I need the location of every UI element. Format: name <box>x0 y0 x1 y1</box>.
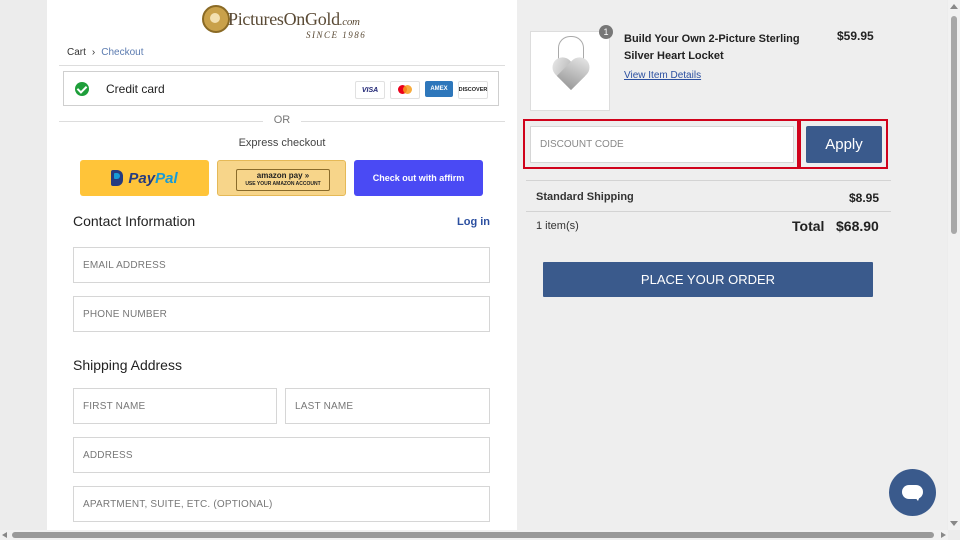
breadcrumb-cart[interactable]: Cart <box>67 47 86 58</box>
express-checkout-title: Express checkout <box>238 137 326 149</box>
check-circle-icon <box>75 82 89 96</box>
email-field[interactable] <box>73 247 490 283</box>
address-input[interactable] <box>74 438 489 472</box>
chat-button[interactable] <box>889 469 936 516</box>
payment-method-credit-card[interactable]: Credit card VISA AMEX DISCOVER <box>63 71 499 106</box>
logo-icon <box>202 5 230 33</box>
email-input[interactable] <box>74 248 489 282</box>
apartment-field[interactable] <box>73 486 490 522</box>
amazon-pay-button[interactable]: amazon pay » USE YOUR AMAZON ACCOUNT <box>217 160 346 196</box>
amazon-pay-sublabel: USE YOUR AMAZON ACCOUNT <box>245 181 321 187</box>
scroll-left-icon[interactable] <box>2 532 7 538</box>
last-name-field[interactable] <box>285 388 490 424</box>
discount-code-input[interactable] <box>531 127 793 162</box>
vertical-scrollbar[interactable] <box>948 0 960 530</box>
address-field[interactable] <box>73 437 490 473</box>
breadcrumb: Cart › Checkout <box>67 47 144 58</box>
payment-method-label: Credit card <box>106 82 165 96</box>
or-separator: OR <box>273 114 291 126</box>
visa-icon: VISA <box>355 81 385 99</box>
last-name-input[interactable] <box>286 389 489 423</box>
card-logos: VISA AMEX DISCOVER <box>355 81 488 99</box>
logo-since: SINCE 1986 <box>306 30 367 40</box>
quantity-badge: 1 <box>599 25 613 39</box>
shipping-address-title: Shipping Address <box>73 357 182 373</box>
amex-icon: AMEX <box>425 81 453 97</box>
chat-bubble-icon <box>902 485 923 501</box>
phone-field[interactable] <box>73 296 490 332</box>
breadcrumb-checkout: Checkout <box>101 47 144 58</box>
amazon-pay-label: amazon pay » <box>256 171 310 180</box>
scroll-down-icon[interactable] <box>950 521 958 526</box>
discount-code-field[interactable] <box>530 126 794 163</box>
logo-name: PicturesOnGold <box>228 9 340 29</box>
mastercard-icon <box>390 81 420 99</box>
divider <box>526 211 891 212</box>
shipping-value: $8.95 <box>849 191 880 205</box>
shipping-label: Standard Shipping <box>536 191 634 203</box>
divider <box>526 180 891 181</box>
scroll-up-icon[interactable] <box>950 4 958 9</box>
checkout-form-panel: PicturesOnGold.com SINCE 1986 Cart › Check… <box>47 0 517 530</box>
first-name-input[interactable] <box>74 389 276 423</box>
scrollbar-thumb[interactable] <box>951 16 957 234</box>
apply-button[interactable]: Apply <box>806 126 882 163</box>
horizontal-scrollbar[interactable] <box>0 530 948 540</box>
paypal-button[interactable]: Pay Pal <box>80 160 209 196</box>
place-order-button[interactable]: PLACE YOUR ORDER <box>543 262 873 297</box>
product-name: Build Your Own 2-Picture Sterling Silver… <box>624 33 800 62</box>
chevron-right-icon: › <box>91 47 96 58</box>
phone-input[interactable] <box>74 297 489 331</box>
divider <box>59 65 505 66</box>
scroll-right-icon[interactable] <box>941 532 946 538</box>
total-value: $68.90 <box>836 218 879 234</box>
items-count: 1 item(s) <box>536 220 579 232</box>
product-thumbnail <box>530 31 610 111</box>
logo-domain: .com <box>339 16 360 28</box>
order-summary-panel: 1 Build Your Own 2-Picture Sterling Silv… <box>517 0 947 530</box>
login-link[interactable]: Log in <box>457 216 490 228</box>
heart-locket-icon <box>554 58 588 92</box>
first-name-field[interactable] <box>73 388 277 424</box>
contact-info-title: Contact Information <box>73 213 196 229</box>
paypal-icon <box>111 170 124 186</box>
logo[interactable]: PicturesOnGold.com SINCE 1986 <box>202 3 372 41</box>
scrollbar-thumb[interactable] <box>12 532 934 538</box>
view-item-details-link[interactable]: View Item Details <box>624 70 701 81</box>
product-price: $59.95 <box>837 29 874 43</box>
affirm-button[interactable]: Check out with affirm <box>354 160 483 196</box>
total-label: Total <box>792 218 825 234</box>
discover-icon: DISCOVER <box>458 81 488 99</box>
apartment-input[interactable] <box>74 487 489 521</box>
